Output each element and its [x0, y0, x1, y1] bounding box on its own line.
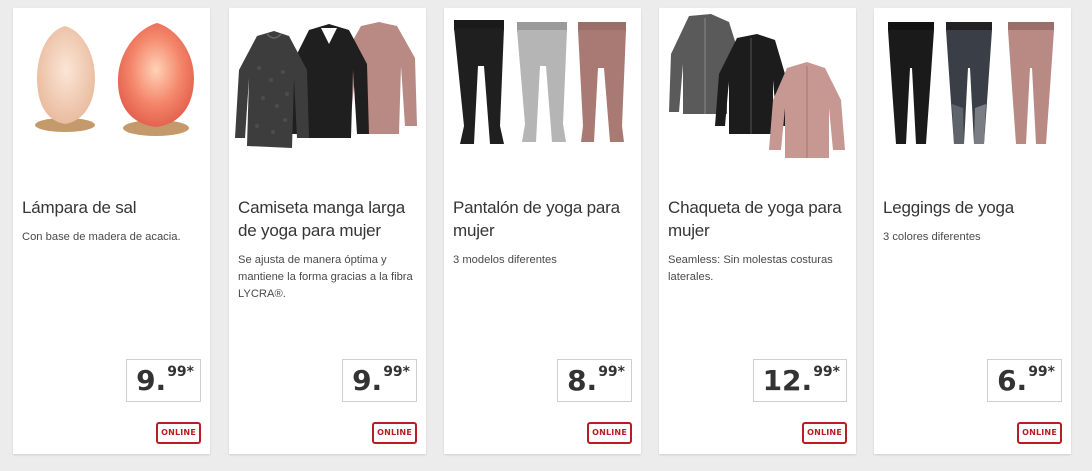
price-integer: 9. [352, 364, 383, 397]
price-integer: 12. [762, 364, 813, 397]
salt-lamp-image[interactable] [13, 8, 210, 168]
price-decimal: 99* [813, 364, 840, 380]
price-decimal: 99* [1028, 364, 1055, 380]
long-sleeve-shirts-image[interactable] [229, 8, 426, 168]
price-box: 8.99* [557, 359, 632, 402]
product-title[interactable]: Pantalón de yoga para mujer [453, 196, 633, 242]
product-card-long-sleeve-shirt[interactable]: Camiseta manga larga de yoga para mujer … [229, 8, 426, 454]
product-title[interactable]: Lámpara de sal [22, 196, 202, 219]
product-description: Se ajusta de manera óptima y mantiene la… [238, 254, 413, 300]
product-title[interactable]: Chaqueta de yoga para mujer [668, 196, 848, 242]
product-card-salt-lamp[interactable]: Lámpara de sal Con base de madera de aca… [13, 8, 210, 454]
yoga-jackets-image[interactable] [659, 8, 856, 168]
price-integer: 9. [136, 364, 167, 397]
product-title[interactable]: Leggings de yoga [883, 196, 1063, 219]
product-description: 3 colores diferentes [883, 231, 981, 243]
product-card-yoga-pants[interactable]: Pantalón de yoga para mujer 3 modelos di… [444, 8, 641, 454]
price-box: 9.99* [126, 359, 201, 402]
price-decimal: 99* [167, 364, 194, 380]
product-description: Con base de madera de acacia. [22, 231, 181, 243]
product-card-yoga-jacket[interactable]: Chaqueta de yoga para mujer Seamless: Si… [659, 8, 856, 454]
online-badge: ONLINE [156, 422, 201, 444]
price-box: 12.99* [752, 359, 847, 402]
product-title[interactable]: Camiseta manga larga de yoga para mujer [238, 196, 418, 242]
online-badge: ONLINE [372, 422, 417, 444]
online-badge: ONLINE [802, 422, 847, 444]
price-box: 9.99* [342, 359, 417, 402]
online-badge: ONLINE [587, 422, 632, 444]
price-box: 6.99* [987, 359, 1062, 402]
yoga-pants-image[interactable] [444, 8, 641, 168]
price-decimal: 99* [383, 364, 410, 380]
online-badge: ONLINE [1017, 422, 1062, 444]
product-card-yoga-leggings[interactable]: Leggings de yoga 3 colores diferentes 6.… [874, 8, 1071, 454]
price-decimal: 99* [598, 364, 625, 380]
product-description: Seamless: Sin molestas costuras laterale… [668, 254, 833, 283]
product-description: 3 modelos diferentes [453, 254, 557, 266]
price-integer: 6. [997, 364, 1028, 397]
product-grid: Lámpara de sal Con base de madera de aca… [0, 0, 1092, 471]
yoga-leggings-image[interactable] [874, 8, 1071, 168]
price-integer: 8. [567, 364, 598, 397]
